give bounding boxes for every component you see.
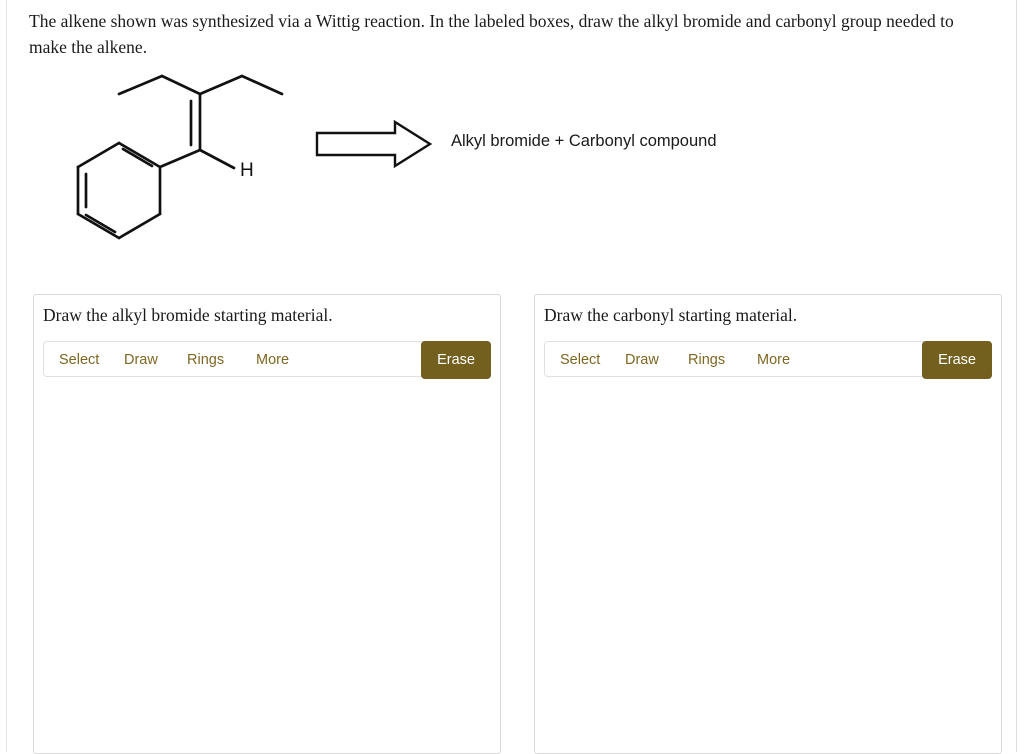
panel-carbonyl: Draw the carbonyl starting material. Sel… [534,294,1002,754]
page-frame: The alkene shown was synthesized via a W… [6,0,1018,754]
tool-select-carbonyl[interactable]: Select [560,342,600,378]
drawing-toolbar-alkyl-bromide: Select Draw Rings More Erase [43,341,491,379]
erase-button-carbonyl[interactable]: Erase [922,341,992,379]
tool-draw-alkyl-bromide[interactable]: Draw [124,342,158,378]
drawing-canvas-alkyl-bromide[interactable] [35,385,499,753]
erase-button-alkyl-bromide[interactable]: Erase [421,341,491,379]
tool-more-alkyl-bromide[interactable]: More [256,342,289,378]
tool-rings-carbonyl[interactable]: Rings [688,342,725,378]
panel-alkyl-bromide: Draw the alkyl bromide starting material… [33,294,501,754]
drawing-canvas-carbonyl[interactable] [536,385,1000,753]
atom-label-h: H [240,160,254,181]
tool-select-alkyl-bromide[interactable]: Select [59,342,99,378]
products-label: Alkyl bromide + Carbonyl compound [451,132,717,150]
tool-rings-alkyl-bromide[interactable]: Rings [187,342,224,378]
alkene-structure-full: H [62,62,322,252]
question-prompt: The alkene shown was synthesized via a W… [29,11,954,57]
reaction-scheme: H Alkyl bromide + Carbonyl compound [7,62,1018,252]
tool-more-carbonyl[interactable]: More [757,342,790,378]
block-arrow-svg [315,120,433,168]
answer-panels: Draw the alkyl bromide starting material… [7,294,1018,754]
drawing-toolbar-carbonyl: Select Draw Rings More Erase [544,341,992,379]
molecule-svg: H [76,74,284,240]
panel-title-alkyl-bromide: Draw the alkyl bromide starting material… [43,305,333,325]
tool-draw-carbonyl[interactable]: Draw [625,342,659,378]
block-arrow-right-icon [315,120,433,168]
panel-title-carbonyl: Draw the carbonyl starting material. [544,305,798,325]
